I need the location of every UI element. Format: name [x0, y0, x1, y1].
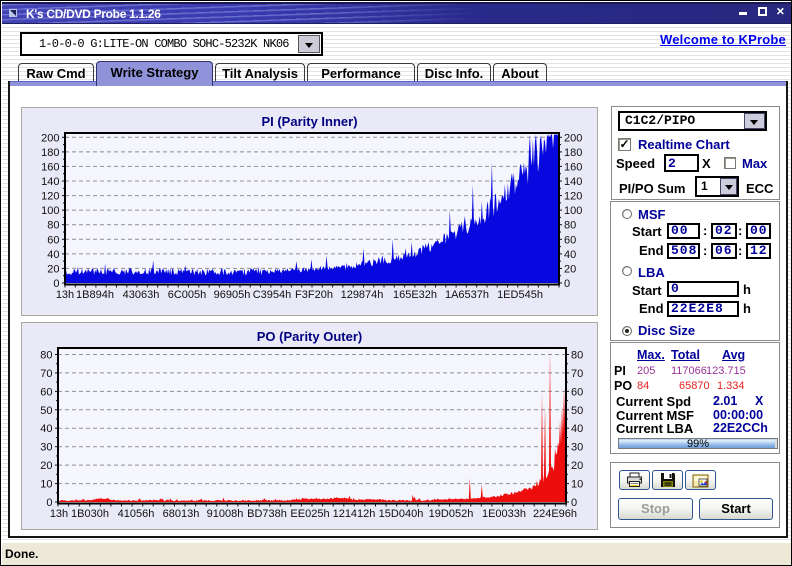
svg-text:80: 80: [564, 220, 576, 232]
svg-text:1E0033h: 1E0033h: [482, 508, 526, 520]
svg-text:43063h: 43063h: [123, 289, 160, 301]
svg-text:20: 20: [564, 263, 576, 275]
svg-text:140: 140: [564, 176, 582, 188]
svg-text:F3F20h: F3F20h: [295, 289, 333, 301]
svg-text:200: 200: [564, 132, 582, 144]
svg-text:140: 140: [41, 176, 59, 188]
svg-text:30: 30: [571, 442, 583, 454]
svg-text:15D040h: 15D040h: [379, 508, 424, 520]
svg-text:224E96h: 224E96h: [533, 508, 577, 520]
svg-text:0: 0: [564, 278, 570, 290]
svg-text:80: 80: [40, 350, 52, 362]
svg-text:121412h: 121412h: [333, 508, 376, 520]
svg-text:20: 20: [40, 460, 52, 472]
svg-text:120: 120: [564, 191, 582, 203]
svg-text:40: 40: [571, 423, 583, 435]
svg-text:C3954h: C3954h: [253, 289, 292, 301]
svg-text:1ED545h: 1ED545h: [497, 289, 543, 301]
svg-text:160: 160: [41, 161, 59, 173]
svg-text:PI (Parity Inner): PI (Parity Inner): [261, 114, 357, 129]
svg-text:70: 70: [571, 368, 583, 380]
svg-text:160: 160: [564, 161, 582, 173]
svg-text:40: 40: [564, 249, 576, 261]
svg-text:91008h: 91008h: [207, 508, 244, 520]
svg-text:120: 120: [41, 191, 59, 203]
svg-text:96905h: 96905h: [214, 289, 251, 301]
svg-text:20: 20: [47, 263, 59, 275]
svg-text:70: 70: [40, 368, 52, 380]
svg-text:50: 50: [40, 405, 52, 417]
svg-text:19D052h: 19D052h: [429, 508, 474, 520]
svg-text:30: 30: [40, 442, 52, 454]
svg-text:40: 40: [47, 249, 59, 261]
svg-text:41056h: 41056h: [118, 508, 155, 520]
svg-text:60: 60: [571, 386, 583, 398]
svg-text:13h: 13h: [50, 508, 68, 520]
svg-text:10: 10: [40, 479, 52, 491]
svg-text:80: 80: [571, 350, 583, 362]
svg-text:1B030h: 1B030h: [71, 508, 109, 520]
svg-text:180: 180: [564, 147, 582, 159]
svg-text:180: 180: [41, 147, 59, 159]
svg-text:80: 80: [47, 220, 59, 232]
svg-text:200: 200: [41, 132, 59, 144]
svg-text:100: 100: [41, 205, 59, 217]
svg-text:100: 100: [564, 205, 582, 217]
svg-text:6C005h: 6C005h: [168, 289, 207, 301]
svg-text:129874h: 129874h: [341, 289, 384, 301]
svg-text:1A6537h: 1A6537h: [445, 289, 489, 301]
svg-text:40: 40: [40, 423, 52, 435]
svg-text:60: 60: [564, 234, 576, 246]
svg-text:EE025h: EE025h: [290, 508, 329, 520]
svg-text:BD738h: BD738h: [247, 508, 287, 520]
svg-text:10: 10: [571, 479, 583, 491]
svg-text:60: 60: [40, 386, 52, 398]
svg-text:165E32h: 165E32h: [393, 289, 437, 301]
svg-text:60: 60: [47, 234, 59, 246]
svg-text:20: 20: [571, 460, 583, 472]
svg-text:13h: 13h: [56, 289, 74, 301]
svg-text:68013h: 68013h: [163, 508, 200, 520]
svg-text:PO (Parity Outer): PO (Parity Outer): [257, 329, 362, 344]
svg-text:1B894h: 1B894h: [76, 289, 114, 301]
svg-text:50: 50: [571, 405, 583, 417]
